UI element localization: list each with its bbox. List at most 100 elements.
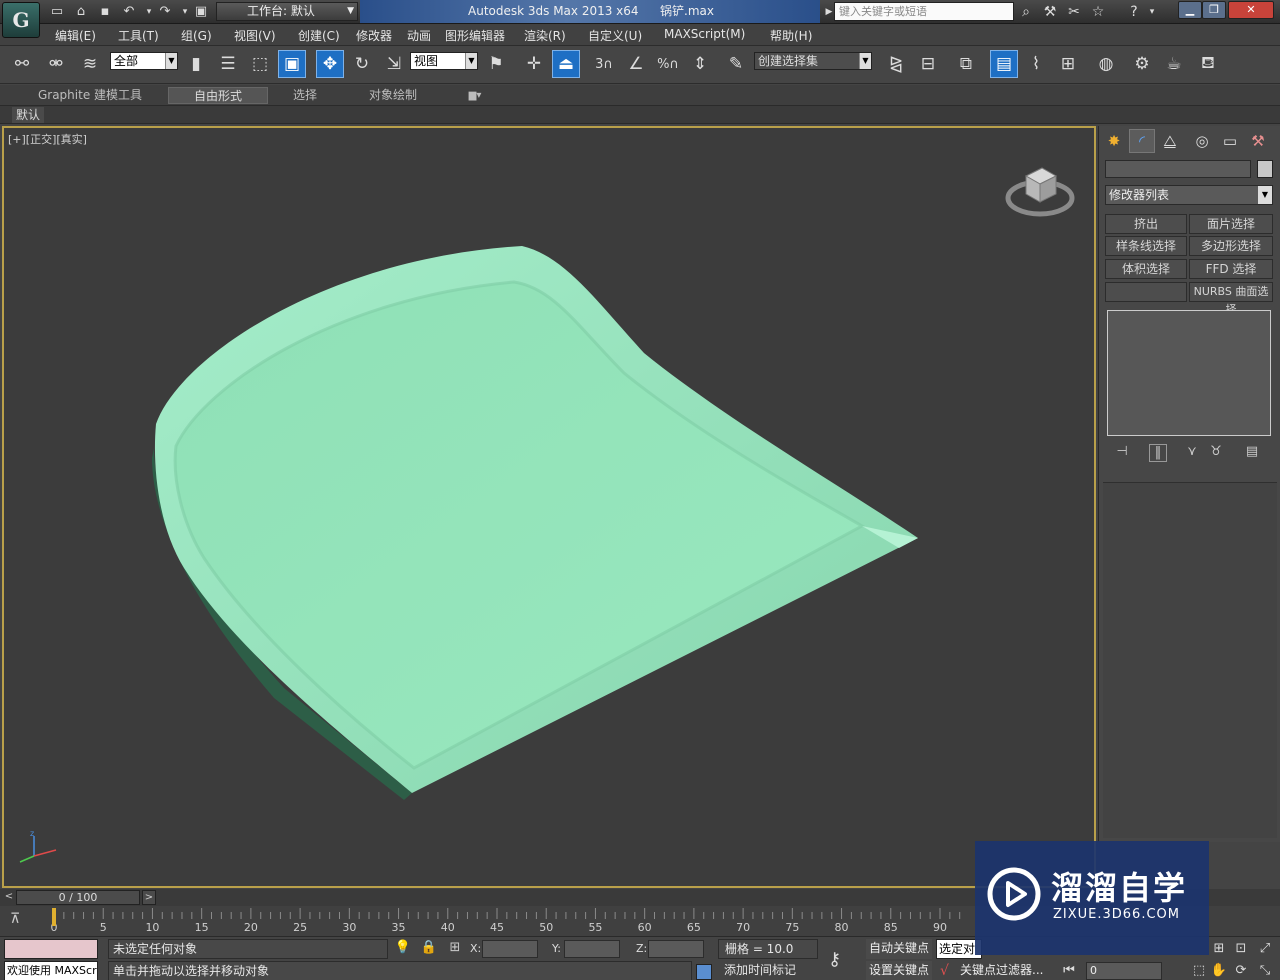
menu-help[interactable]: 帮助(H) [770, 27, 812, 44]
spatula-model[interactable] [4, 128, 1096, 888]
volume-select-button[interactable]: 体积选择 [1105, 259, 1187, 279]
open-file-icon[interactable]: ⌂ [72, 3, 90, 21]
select-object-icon[interactable]: ▮ [182, 50, 210, 78]
subscription-icon[interactable]: ⚒ [1040, 3, 1060, 21]
minimize-button[interactable]: ▁ [1178, 1, 1202, 19]
spline-select-button[interactable]: 样条线选择 [1105, 236, 1187, 256]
spinner-snap-icon[interactable]: ⇕ [686, 50, 714, 78]
create-tab-sun-icon[interactable]: ✸ [1101, 129, 1127, 153]
modifier-stack-view[interactable] [1107, 310, 1271, 436]
maxscript-mini-listener-output[interactable] [4, 939, 98, 959]
ribbon-options-icon[interactable]: ▆▾ [460, 87, 490, 104]
align-icon[interactable]: ⊟ [914, 50, 942, 78]
viewport-label[interactable]: [+][正交][真实] [8, 131, 87, 147]
current-frame-field[interactable]: 0 [1086, 962, 1162, 980]
layer-manager-icon[interactable]: ⧉ [952, 50, 980, 78]
manipulate-icon[interactable]: ✛ [520, 50, 548, 78]
hierarchy-tab-icon[interactable]: ⧋ [1157, 129, 1183, 153]
time-tag-icon[interactable] [696, 964, 712, 980]
modifier-list-dropdown[interactable]: 修改器列表 ▼ [1105, 185, 1273, 205]
go-to-start-icon[interactable]: ⏮ [1060, 963, 1078, 980]
mini-curve-editor-icon[interactable]: ⊼ [10, 911, 34, 931]
render-production-icon[interactable]: ⛾ [1194, 50, 1222, 78]
utilities-tab-hammer-icon[interactable]: ⚒ [1245, 129, 1271, 153]
select-and-rotate-icon[interactable]: ↻ [348, 50, 376, 78]
ribbon-panel-label[interactable]: 默认 [12, 107, 45, 123]
save-icon[interactable]: ▪ [96, 3, 114, 21]
menu-maxscript[interactable]: MAXScript(M) [664, 27, 745, 41]
auto-key-button[interactable]: 自动关键点 [866, 939, 932, 959]
redo-icon[interactable]: ↷ [156, 3, 174, 21]
next-frame-icon[interactable]: > [142, 890, 156, 905]
y-coordinate-field[interactable] [564, 940, 620, 958]
menu-modifiers[interactable]: 修改器 [356, 27, 392, 44]
menu-create[interactable]: 创建(C) [298, 27, 340, 44]
percent-snap-icon[interactable]: % ∩ [654, 50, 682, 78]
favorites-star-icon[interactable]: ☆ [1088, 3, 1108, 21]
selection-filter-dropdown[interactable]: 全部 ▼ [110, 52, 178, 70]
menu-rendering[interactable]: 渲染(R) [524, 27, 566, 44]
display-tab-icon[interactable]: ▭ [1217, 129, 1243, 153]
mirror-icon[interactable]: ⧎ [882, 50, 910, 78]
angle-snap-icon[interactable]: ∠ [622, 50, 650, 78]
workspace-dropdown[interactable]: 工作台: 默认 ▼ [216, 2, 358, 21]
previous-frame-icon[interactable]: < [2, 891, 16, 905]
show-end-result-icon[interactable]: ‖ [1149, 444, 1167, 462]
search-input[interactable]: 键入关键字或短语 [834, 2, 1014, 21]
material-editor-icon[interactable]: ◍ [1092, 50, 1120, 78]
z-coordinate-field[interactable] [648, 940, 704, 958]
menu-views[interactable]: 视图(V) [234, 27, 276, 44]
make-unique-icon[interactable]: ⋎ [1183, 444, 1201, 462]
menu-group[interactable]: 组(G) [181, 27, 212, 44]
snaps-toggle-icon[interactable]: 3 ∩ [590, 50, 618, 78]
named-selection-dropdown[interactable]: 创建选择集 ▼ [754, 52, 872, 70]
select-and-scale-icon[interactable]: ⇲ [380, 50, 408, 78]
patch-select-button[interactable]: 面片选择 [1189, 214, 1273, 234]
zoom-extents-selected-icon[interactable]: ⊡ [1232, 941, 1250, 959]
tab-object-paint[interactable]: 对象绘制 [356, 87, 430, 104]
pivot-center-icon[interactable]: ⚑ [482, 50, 510, 78]
maximize-toggle-icon[interactable]: ⤡ [1256, 963, 1274, 980]
menu-edit[interactable]: 编辑(E) [55, 27, 96, 44]
maximize-button[interactable]: ❐ [1202, 1, 1226, 19]
help-dropdown-icon[interactable]: ▾ [1142, 3, 1162, 21]
select-and-move-icon[interactable]: ✥ [316, 50, 344, 78]
menu-tools[interactable]: 工具(T) [118, 27, 159, 44]
object-name-field[interactable] [1105, 160, 1251, 178]
orbit-icon[interactable]: ⟳ [1232, 963, 1250, 980]
tab-graphite-modeling[interactable]: Graphite 建模工具 [30, 87, 150, 104]
schematic-view-icon[interactable]: ⊞ [1054, 50, 1082, 78]
select-by-name-icon[interactable]: ☰ [214, 50, 242, 78]
new-file-icon[interactable]: ▭ [48, 3, 66, 21]
empty-modifier-button[interactable] [1105, 282, 1187, 302]
binoculars-icon[interactable]: ⌕ [1016, 3, 1036, 21]
pan-view-hand-icon[interactable]: ✋ [1210, 963, 1228, 980]
viewcube[interactable] [1004, 156, 1078, 222]
extrude-button[interactable]: 挤出 [1105, 214, 1187, 234]
poly-select-button[interactable]: 多边形选择 [1189, 236, 1273, 256]
ffd-select-button[interactable]: FFD 选择 [1189, 259, 1273, 279]
maximize-viewport-icon[interactable]: ⤢ [1256, 941, 1274, 959]
curve-editor-icon[interactable]: ⌇ [1022, 50, 1050, 78]
menu-customize[interactable]: 自定义(U) [588, 27, 642, 44]
configure-modifier-sets-icon[interactable]: ▤ [1243, 444, 1261, 462]
remove-modifier-icon[interactable]: ♉ [1207, 444, 1225, 462]
tab-freeform[interactable]: 自由形式 [168, 87, 268, 104]
maxscript-mini-listener[interactable]: 欢迎使用 MAXScr [4, 961, 98, 980]
render-setup-icon[interactable]: ⚙ [1128, 50, 1156, 78]
menu-graph-editors[interactable]: 图形编辑器 [445, 27, 505, 44]
bind-space-warp-icon[interactable]: ≋ [76, 50, 104, 78]
nurbs-surface-select-button[interactable]: NURBS 曲面选择 [1189, 282, 1273, 316]
unlink-icon[interactable]: ⚮ [42, 50, 70, 78]
key-filters-button[interactable]: 关键点过滤器... [960, 961, 1050, 980]
isolate-selection-icon[interactable]: 💡 [394, 940, 412, 958]
graphite-toggle-icon[interactable]: ▤ [990, 50, 1018, 78]
time-slider-handle[interactable]: 0 / 100 [16, 890, 140, 905]
zoom-extents-all-icon[interactable]: ⊞ [1210, 941, 1228, 959]
x-coordinate-field[interactable] [482, 940, 538, 958]
edit-named-selection-icon[interactable]: ✎ [722, 50, 750, 78]
close-button[interactable]: ✕ [1228, 1, 1274, 19]
reference-coordinate-dropdown[interactable]: 视图 ▼ [410, 52, 478, 70]
communication-center-icon[interactable]: ✂ [1064, 3, 1084, 21]
modify-tab-icon[interactable]: ◜ [1129, 129, 1155, 153]
